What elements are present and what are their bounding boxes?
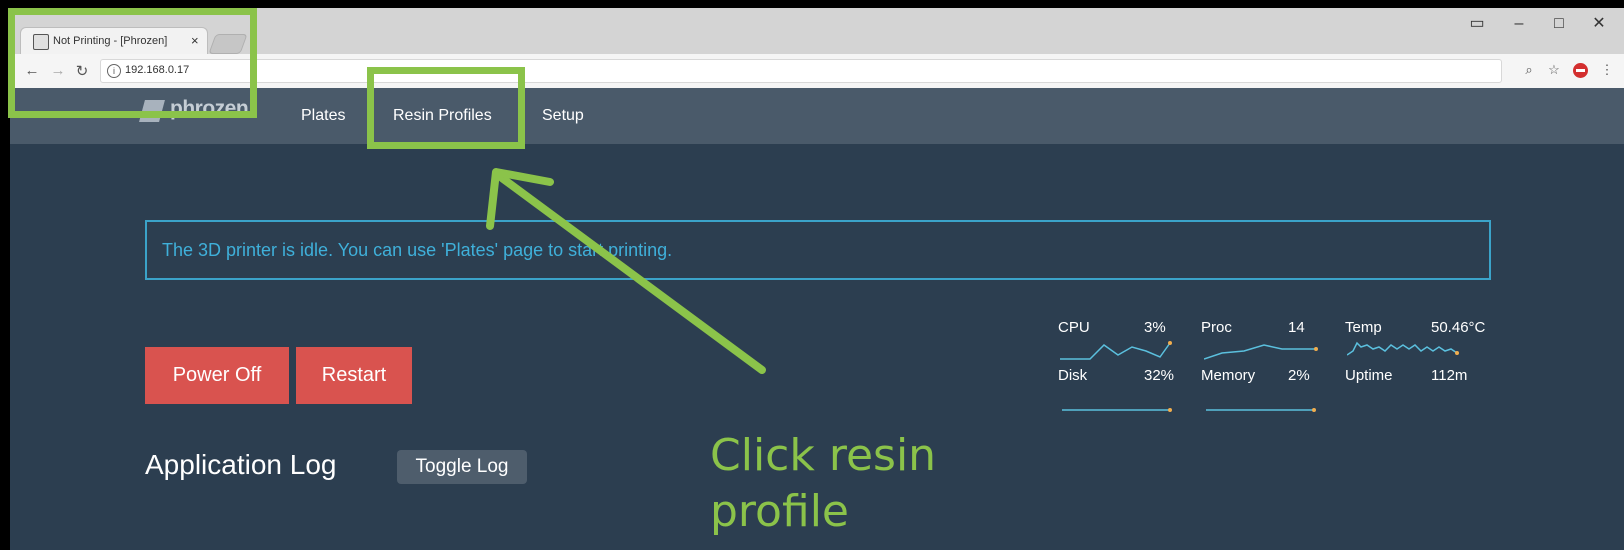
stat-memory-label: Memory: [1201, 367, 1256, 384]
stat-uptime-label: Uptime: [1345, 367, 1393, 384]
maximize-button[interactable]: □: [1542, 10, 1576, 38]
application-log-heading: Application Log: [145, 449, 337, 480]
stat-memory-value: 2%: [1288, 367, 1310, 384]
stat-temp-label: Temp: [1345, 319, 1382, 336]
highlight-box-browser-tab: [8, 8, 257, 118]
cpu-sparkline: [1060, 341, 1172, 360]
stat-disk-label: Disk: [1058, 367, 1088, 384]
temp-sparkline: [1347, 341, 1459, 356]
highlight-box-resin-profiles: [367, 67, 525, 149]
stat-proc-label: Proc: [1201, 319, 1232, 336]
browser-menu-icon[interactable]: ⋮: [1598, 62, 1616, 78]
adblock-stop-icon[interactable]: [1573, 63, 1588, 78]
annotation-caption: Click resin profile: [710, 428, 936, 540]
zoom-icon[interactable]: ⌕: [1520, 62, 1538, 78]
proc-sparkline: [1204, 344, 1318, 360]
stat-cpu-value: 3%: [1144, 319, 1166, 336]
stat-disk-value: 32%: [1144, 367, 1175, 384]
stat-cpu-label: CPU: [1058, 319, 1090, 336]
stat-uptime-value: 112m: [1431, 367, 1468, 384]
toggle-log-button[interactable]: Toggle Log: [397, 450, 527, 484]
disk-sparkline: [1062, 408, 1172, 412]
stat-temp-value: 50.46°C: [1431, 319, 1486, 336]
close-window-button[interactable]: ✕: [1582, 10, 1616, 38]
url-input[interactable]: i 192.168.0.17: [100, 59, 1502, 83]
minimize-button[interactable]: –: [1502, 10, 1536, 38]
memory-sparkline: [1206, 408, 1316, 412]
restart-button[interactable]: Restart: [296, 347, 412, 404]
stat-proc-value: 14: [1288, 319, 1305, 336]
annotation-caption-line-1: Click resin: [710, 430, 937, 481]
cast-icon[interactable]: ▭: [1460, 10, 1494, 38]
power-off-button[interactable]: Power Off: [145, 347, 289, 404]
nav-link-setup[interactable]: Setup: [542, 107, 584, 125]
annotation-arrow-icon: [486, 168, 766, 374]
nav-link-plates[interactable]: Plates: [301, 107, 345, 125]
bookmark-star-icon[interactable]: ☆: [1545, 62, 1563, 78]
annotation-caption-line-2: profile: [710, 486, 849, 537]
